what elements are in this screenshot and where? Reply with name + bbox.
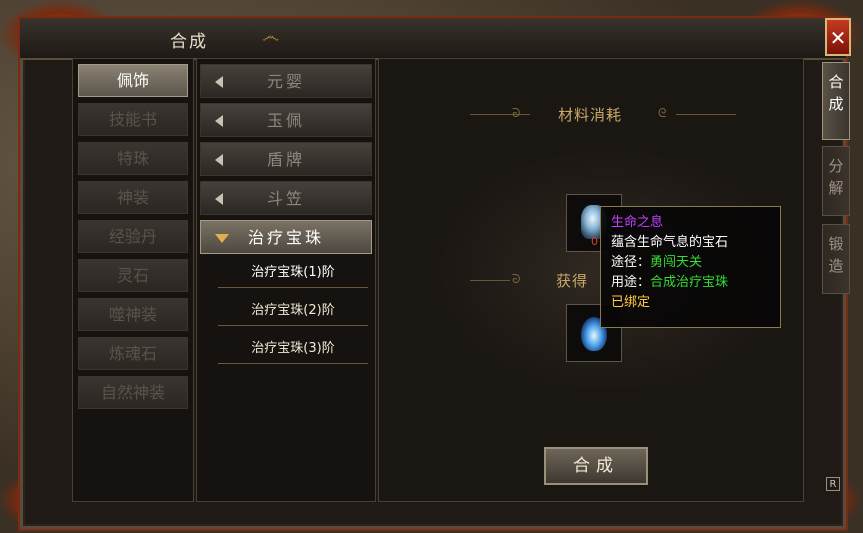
category-tab[interactable]: 佩饰 bbox=[78, 64, 188, 97]
category-tab[interactable]: 技能书 bbox=[78, 103, 188, 136]
subcategory-item[interactable]: 玉佩 bbox=[200, 103, 372, 137]
tooltip-use: 用途：合成治疗宝珠 bbox=[611, 273, 770, 293]
subcategory-label: 元婴 bbox=[266, 72, 305, 91]
subcategory-item[interactable]: 治疗宝珠 bbox=[200, 220, 372, 254]
tooltip-source: 途径：勇闯天关 bbox=[611, 253, 770, 273]
tooltip-use-label: 用途： bbox=[611, 275, 651, 290]
scroll-ornament-icon: ᘒ bbox=[512, 106, 521, 120]
title-bar[interactable] bbox=[20, 18, 846, 60]
side-tab[interactable]: 分 解 bbox=[822, 146, 850, 216]
category-tab[interactable]: 特珠 bbox=[78, 142, 188, 175]
divider bbox=[676, 114, 736, 115]
side-tab[interactable]: 锻 造 bbox=[822, 224, 850, 294]
category-tab[interactable]: 炼魂石 bbox=[78, 337, 188, 370]
subcategory-item[interactable]: 元婴 bbox=[200, 64, 372, 98]
subcategory-label: 盾牌 bbox=[266, 150, 305, 169]
item-tooltip: 生命之息 蕴含生命气息的宝石 途径：勇闯天关 用途：合成治疗宝珠 已绑定 bbox=[600, 206, 781, 328]
close-button[interactable]: ✕ bbox=[825, 18, 851, 56]
subcategory-label: 治疗宝珠 bbox=[247, 228, 324, 247]
recipe-item[interactable]: 治疗宝珠(3)阶 bbox=[218, 335, 368, 364]
tooltip-use-value: 合成治疗宝珠 bbox=[650, 275, 729, 290]
recipe-item[interactable]: 治疗宝珠(1)阶 bbox=[218, 259, 368, 288]
recipe-item[interactable]: 治疗宝珠(2)阶 bbox=[218, 297, 368, 326]
divider bbox=[470, 114, 530, 115]
materials-header: 材料消耗 bbox=[558, 106, 623, 124]
category-tab[interactable]: 灵石 bbox=[78, 259, 188, 292]
tooltip-source-label: 途径： bbox=[611, 255, 651, 270]
tooltip-item-name: 生命之息 bbox=[611, 215, 664, 230]
window-title: 合成 bbox=[170, 32, 208, 52]
category-tab[interactable]: 经验丹 bbox=[78, 220, 188, 253]
subcategory-item[interactable]: 盾牌 bbox=[200, 142, 372, 176]
tooltip-bound-status: 已绑定 bbox=[611, 295, 651, 310]
subcategory-label: 斗笠 bbox=[266, 189, 305, 208]
category-tab[interactable]: 神装 bbox=[78, 181, 188, 214]
material-count: 0 bbox=[591, 235, 598, 248]
title-ornament-icon: ෴ bbox=[262, 26, 280, 47]
scroll-ornament-icon: ᘓ bbox=[658, 106, 667, 120]
subcategory-item[interactable]: 斗笠 bbox=[200, 181, 372, 215]
corner-toggle[interactable]: R bbox=[826, 477, 840, 491]
craft-button[interactable]: 合成 bbox=[544, 447, 648, 485]
category-tab[interactable]: 噬神装 bbox=[78, 298, 188, 331]
divider bbox=[470, 280, 510, 281]
category-tab[interactable]: 自然神装 bbox=[78, 376, 188, 409]
subcategory-label: 玉佩 bbox=[266, 111, 305, 130]
side-tab[interactable]: 合 成 bbox=[822, 62, 850, 140]
output-header: 获得 bbox=[556, 272, 589, 290]
scroll-ornament-icon: ᘒ bbox=[512, 272, 521, 286]
tooltip-description: 蕴含生命气息的宝石 bbox=[611, 235, 729, 250]
tooltip-source-value: 勇闯天关 bbox=[650, 255, 703, 270]
